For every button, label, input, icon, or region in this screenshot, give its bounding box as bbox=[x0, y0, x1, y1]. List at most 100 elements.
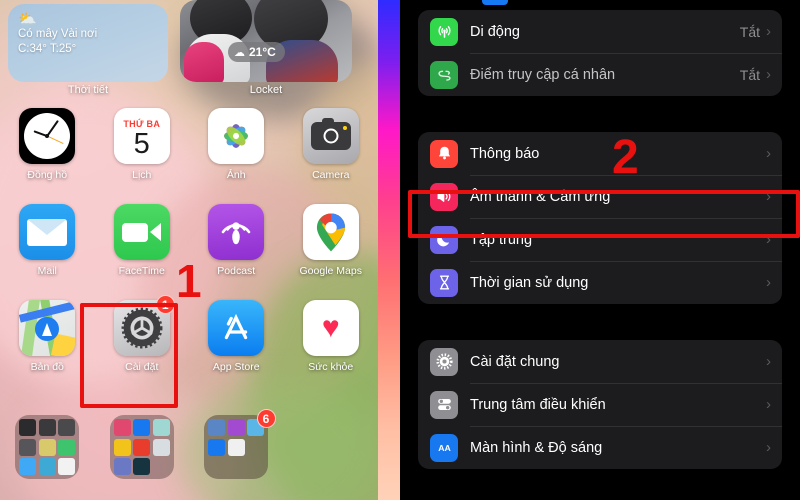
app-photos[interactable]: Ảnh bbox=[189, 108, 284, 204]
chevron-right-icon: › bbox=[766, 188, 771, 205]
locket-widget-label: Locket bbox=[249, 84, 283, 96]
settings-row-sounds-haptics[interactable]: Âm thanh & Cảm ứng › bbox=[418, 175, 782, 218]
app-facetime[interactable]: FaceTime bbox=[95, 204, 190, 300]
app-maps[interactable]: Bản đồ bbox=[0, 300, 95, 396]
app-label: Bản đồ bbox=[30, 361, 64, 373]
weather-temps: C:34° T:25° bbox=[18, 43, 77, 55]
cellular-icon bbox=[430, 17, 458, 46]
chevron-right-icon: › bbox=[766, 66, 771, 83]
app-grid: Đồng hồ THỨ BA 5 Lịch Ảnh Camera Mail Fa… bbox=[0, 108, 378, 396]
locket-temp-pill: ☁ 21°C bbox=[228, 42, 285, 62]
app-clock[interactable]: Đồng hồ bbox=[0, 108, 95, 204]
app-label: Lịch bbox=[132, 169, 152, 181]
app-label: App Store bbox=[212, 361, 260, 373]
calendar-icon[interactable]: THỨ BA 5 bbox=[113, 108, 170, 164]
settings-row-value: Tắt bbox=[739, 66, 760, 83]
app-settings[interactable]: 1 Cài đặt bbox=[95, 295, 190, 396]
settings-row-label: Cài đặt chung bbox=[470, 353, 560, 370]
svg-text:AA: AA bbox=[438, 443, 451, 453]
settings-row-label: Điểm truy cập cá nhân bbox=[470, 66, 616, 83]
cloud-icon: ☁ bbox=[234, 46, 245, 59]
app-label: Camera bbox=[312, 169, 350, 181]
locket-temp-value: 21°C bbox=[249, 45, 276, 59]
app-mail[interactable]: Mail bbox=[0, 204, 95, 300]
ios-home-screen: ⛅ Có mây Vài nơi C:34° T:25° ☁ 21°C Thời… bbox=[0, 0, 400, 500]
gear-icon bbox=[430, 347, 458, 376]
clock-icon[interactable] bbox=[19, 108, 76, 164]
chevron-right-icon: › bbox=[766, 274, 771, 291]
settings-row-value: Tắt bbox=[739, 23, 760, 40]
settings-row-display-brightness[interactable]: AA Màn hình & Độ sáng › bbox=[418, 426, 782, 469]
folder-grid[interactable] bbox=[109, 415, 174, 479]
settings-row-label: Tập trung bbox=[470, 231, 533, 248]
settings-row-label: Màn hình & Độ sáng bbox=[470, 439, 603, 456]
app-row: Bản đồ 1 Cài đặt App Store ♥ Sức khỏe bbox=[0, 295, 379, 396]
weather-condition: Có mây Vài nơi bbox=[18, 28, 98, 40]
settings-row-screen-time[interactable]: Thời gian sử dụng › bbox=[418, 261, 782, 304]
hourglass-icon bbox=[430, 268, 458, 297]
hotspot-link-icon bbox=[430, 60, 458, 89]
health-heart-icon[interactable]: ♥ bbox=[302, 300, 359, 356]
weather-widget-label: Thời tiết bbox=[67, 84, 109, 96]
settings-row-label: Di động bbox=[470, 23, 520, 40]
sun-cloud-icon: ⛅ bbox=[18, 11, 37, 28]
settings-row-notifications[interactable]: Thông báo › bbox=[418, 132, 782, 175]
locket-widget[interactable]: ☁ 21°C bbox=[180, 0, 352, 82]
chevron-right-icon: › bbox=[766, 396, 771, 413]
folder-grid[interactable] bbox=[15, 415, 80, 479]
settings-row-label: Trung tâm điều khiển bbox=[470, 396, 606, 413]
notification-bell-icon bbox=[430, 139, 458, 168]
maps-icon[interactable] bbox=[19, 300, 76, 356]
app-label: Cài đặt bbox=[125, 361, 159, 373]
widget-row: ⛅ Có mây Vài nơi C:34° T:25° ☁ 21°C Thời… bbox=[0, 0, 378, 108]
app-calendar[interactable]: THỨ BA 5 Lịch bbox=[95, 108, 190, 204]
control-center-icon bbox=[430, 390, 458, 419]
tutorial-screenshot: ⛅ Có mây Vài nơi C:34° T:25° ☁ 21°C Thời… bbox=[0, 0, 800, 500]
photos-icon[interactable] bbox=[208, 108, 265, 164]
weather-widget[interactable]: ⛅ Có mây Vài nơi C:34° T:25° bbox=[8, 4, 168, 82]
calendar-day: 5 bbox=[133, 128, 150, 160]
display-aa-icon: AA bbox=[430, 433, 458, 462]
app-app-store[interactable]: App Store bbox=[189, 300, 284, 396]
app-label: Google Maps bbox=[299, 265, 362, 277]
sound-speaker-icon bbox=[430, 182, 458, 211]
camera-icon[interactable] bbox=[302, 108, 359, 164]
settings-row-hotspot[interactable]: Điểm truy cập cá nhân Tắt › bbox=[418, 53, 782, 96]
annotation-number-two: 2 bbox=[612, 131, 639, 184]
folder-one[interactable] bbox=[0, 415, 95, 479]
app-camera[interactable]: Camera bbox=[284, 108, 379, 204]
facetime-icon[interactable] bbox=[113, 204, 170, 260]
app-podcast[interactable]: Podcast bbox=[189, 204, 284, 300]
folder-three[interactable]: 6 bbox=[189, 409, 284, 479]
connectivity-group: Di động Tắt › Điểm truy cập cá nhân Tắt … bbox=[418, 10, 782, 96]
settings-row-focus[interactable]: Tập trung › bbox=[418, 218, 782, 261]
system-group: Cài đặt chung › Trung tâm điều khiển › A… bbox=[418, 340, 782, 469]
settings-row-label: Âm thanh & Cảm ứng bbox=[470, 188, 611, 205]
app-label: Ảnh bbox=[226, 169, 246, 181]
app-label: Podcast bbox=[217, 265, 256, 277]
app-health[interactable]: ♥ Sức khỏe bbox=[284, 300, 379, 396]
app-label: Sức khỏe bbox=[308, 361, 354, 373]
settings-row-general[interactable]: Cài đặt chung › bbox=[418, 340, 782, 383]
folder-two[interactable] bbox=[95, 415, 190, 479]
chevron-right-icon: › bbox=[766, 439, 771, 456]
settings-row-control-center[interactable]: Trung tâm điều khiển › bbox=[418, 383, 782, 426]
photo-child bbox=[184, 42, 224, 82]
annotation-number-one: 1 bbox=[176, 255, 202, 307]
app-store-icon[interactable] bbox=[208, 300, 265, 356]
settings-row-cellular[interactable]: Di động Tắt › bbox=[418, 10, 782, 53]
google-maps-icon[interactable] bbox=[302, 204, 359, 260]
chevron-right-icon: › bbox=[766, 23, 771, 40]
app-label: Mail bbox=[37, 265, 57, 277]
app-label: FaceTime bbox=[118, 265, 165, 277]
app-google-maps[interactable]: Google Maps bbox=[284, 204, 379, 300]
settings-gear-icon[interactable]: 1 bbox=[113, 295, 175, 356]
chevron-right-icon: › bbox=[766, 231, 771, 248]
wifi-row-partial-icon bbox=[482, 0, 508, 5]
screen-edge-gradient bbox=[378, 0, 400, 500]
badge-count: 6 bbox=[256, 409, 276, 428]
mail-icon[interactable] bbox=[19, 204, 76, 260]
settings-row-label: Thời gian sử dụng bbox=[470, 274, 589, 291]
focus-moon-icon bbox=[430, 225, 458, 254]
podcast-icon[interactable] bbox=[208, 204, 265, 260]
